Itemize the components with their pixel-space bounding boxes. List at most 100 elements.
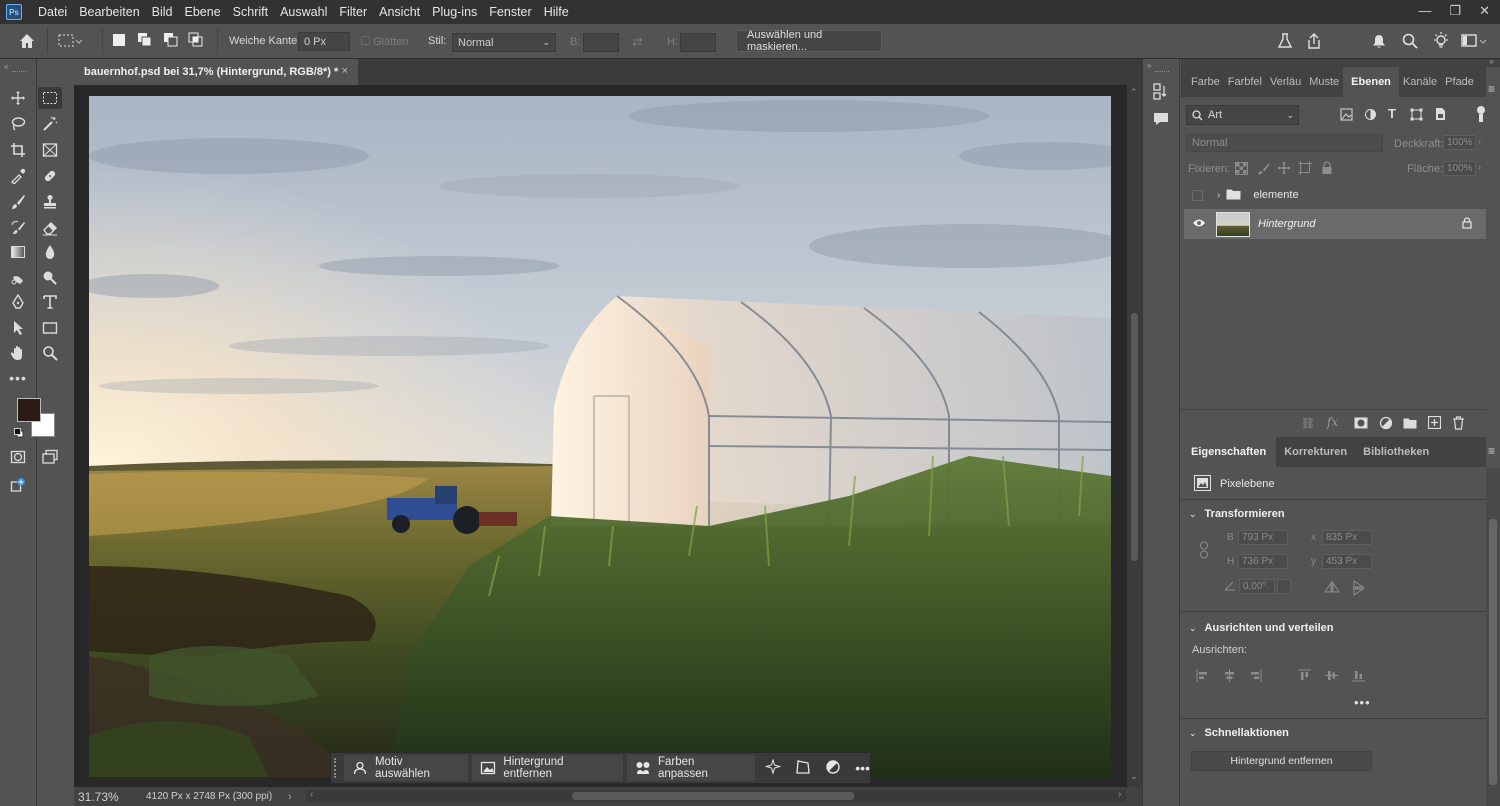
menu-datei[interactable]: Datei [32, 5, 73, 19]
menu-ansicht[interactable]: Ansicht [373, 5, 426, 19]
blend-mode-select[interactable]: Normal [1186, 134, 1383, 152]
filter-adjustment-icon[interactable] [1364, 108, 1377, 124]
eye-icon[interactable] [1192, 218, 1206, 231]
crop-tool-icon[interactable] [6, 139, 30, 161]
align-left-icon[interactable] [1196, 669, 1209, 685]
properties-scrollbar-thumb[interactable] [1489, 519, 1497, 785]
add-mask-icon[interactable] [1354, 417, 1368, 432]
new-group-icon[interactable] [1403, 417, 1417, 432]
y-input[interactable]: 453 Px [1322, 554, 1372, 569]
tab-ebenen[interactable]: Ebenen [1343, 67, 1399, 97]
menu-schrift[interactable]: Schrift [227, 5, 274, 19]
restore-icon[interactable]: ❐ [1449, 3, 1461, 19]
menu-hilfe[interactable]: Hilfe [538, 5, 575, 19]
collapse-panel-icon[interactable]: » [1490, 57, 1494, 66]
eyedropper-tool-icon[interactable] [6, 165, 30, 187]
fill-input[interactable]: 100% [1443, 161, 1476, 176]
layer-filter-select[interactable]: Art ⌄ [1186, 105, 1299, 125]
properties-panel-menu-icon[interactable]: ≡ [1488, 444, 1495, 458]
tab-korrekturen[interactable]: Korrekturen [1276, 437, 1355, 467]
marquee-tool-preset-icon[interactable] [58, 33, 82, 49]
home-icon[interactable] [18, 32, 36, 50]
menu-filter[interactable]: Filter [333, 5, 373, 19]
brush-tool-icon[interactable] [6, 191, 30, 213]
type-tool-icon[interactable] [38, 291, 62, 313]
fx-icon[interactable]: fx [1327, 415, 1338, 429]
hand-tool-icon[interactable] [6, 342, 30, 364]
swap-dimensions-icon[interactable]: ⇄ [632, 34, 643, 50]
healing-brush-tool-icon[interactable] [38, 165, 62, 187]
transform-section-header[interactable]: ⌄ Transformieren [1189, 508, 1285, 520]
align-top-icon[interactable] [1298, 669, 1311, 685]
link-layers-icon[interactable]: ⛓ [1301, 417, 1315, 430]
vertical-scrollbar[interactable]: ⌃ ⌄ [1127, 85, 1142, 787]
tab-pfade[interactable]: Pfade [1441, 67, 1478, 97]
width-input[interactable]: 793 Px [1238, 530, 1288, 545]
new-adjustment-layer-icon[interactable] [1379, 416, 1393, 433]
chevron-right-icon[interactable]: › [1478, 136, 1481, 146]
minimize-icon[interactable]: — [1418, 3, 1431, 19]
more-options-icon[interactable]: ••• [855, 760, 870, 776]
workspace-icon[interactable] [1461, 33, 1487, 49]
expand-panels-icon[interactable]: » [1147, 61, 1151, 70]
filter-smart-object-icon[interactable] [1434, 107, 1447, 124]
default-colors-icon[interactable] [14, 428, 24, 438]
zoom-tool-icon[interactable] [38, 342, 62, 364]
layer-visibility-toggle[interactable] [1192, 189, 1203, 201]
grip-icon[interactable] [12, 71, 26, 73]
chevron-right-icon[interactable]: › [1478, 162, 1481, 172]
tab-bibliotheken[interactable]: Bibliotheken [1355, 437, 1437, 467]
horizontal-scrollbar-thumb[interactable] [572, 792, 854, 800]
gradient-tool-icon[interactable] [6, 241, 30, 263]
align-bottom-icon[interactable] [1352, 669, 1365, 685]
tab-verlaeufe[interactable]: Verläu [1266, 67, 1305, 97]
tab-eigenschaften[interactable]: Eigenschaften [1181, 437, 1277, 467]
info-menu-icon[interactable]: › [288, 791, 292, 803]
filter-toggle[interactable] [1477, 105, 1486, 123]
lock-position-icon[interactable] [1277, 161, 1291, 178]
angle-input[interactable]: 0,00° [1239, 579, 1275, 594]
chevron-right-icon[interactable]: › [1217, 190, 1220, 201]
scroll-right-icon[interactable]: › [1118, 789, 1121, 800]
align-center-horizontal-icon[interactable] [1223, 669, 1236, 685]
more-tools-icon[interactable]: ••• [6, 367, 30, 389]
lock-icon[interactable] [1462, 217, 1472, 232]
comments-panel-icon[interactable] [1152, 110, 1170, 131]
height-input[interactable] [680, 33, 716, 52]
menu-bearbeiten[interactable]: Bearbeiten [73, 5, 145, 19]
adjustment-icon[interactable] [825, 759, 841, 778]
select-subject-button[interactable]: Motiv auswählen [344, 755, 469, 781]
flask-icon[interactable] [1276, 32, 1294, 50]
more-align-options-icon[interactable]: ••• [1354, 695, 1371, 710]
width-input[interactable] [583, 33, 619, 52]
quick-mask-icon[interactable] [6, 446, 30, 468]
tab-farbe[interactable]: Farbe [1181, 67, 1224, 97]
scroll-left-icon[interactable]: ‹ [310, 789, 313, 800]
feather-input[interactable]: 0 Px [298, 32, 350, 51]
rectangle-tool-icon[interactable] [38, 317, 62, 339]
lock-pixels-icon[interactable] [1257, 162, 1270, 178]
eraser-tool-icon[interactable] [38, 217, 62, 239]
lock-transparency-icon[interactable] [1235, 162, 1248, 178]
close-icon[interactable]: ✕ [1479, 3, 1490, 19]
search-icon[interactable] [1401, 32, 1419, 50]
delete-layer-icon[interactable] [1452, 416, 1465, 433]
screen-mode-icon[interactable] [38, 446, 62, 468]
height-input[interactable]: 736 Px [1238, 554, 1288, 569]
grip-icon[interactable] [1155, 71, 1169, 73]
align-center-vertical-icon[interactable] [1325, 669, 1338, 685]
lock-artboard-icon[interactable] [1298, 161, 1312, 178]
quick-actions-section-header[interactable]: ⌄ Schnellaktionen [1189, 727, 1289, 739]
layers-panel-menu-icon[interactable]: ≡ [1488, 82, 1495, 96]
rectangular-marquee-tool-icon[interactable] [38, 87, 62, 109]
new-selection-icon[interactable] [112, 33, 126, 47]
layer-row-hintergrund[interactable]: Hintergrund [1184, 209, 1486, 239]
scroll-down-icon[interactable]: ⌄ [1130, 771, 1138, 782]
filter-type-icon[interactable]: T [1388, 106, 1396, 121]
bell-icon[interactable] [1370, 32, 1388, 50]
perspective-icon[interactable] [795, 759, 811, 778]
history-panel-icon[interactable] [1152, 82, 1170, 105]
tab-muster[interactable]: Muste [1305, 67, 1343, 97]
foreground-color-swatch[interactable] [17, 398, 41, 422]
angle-dial[interactable] [1277, 579, 1291, 594]
